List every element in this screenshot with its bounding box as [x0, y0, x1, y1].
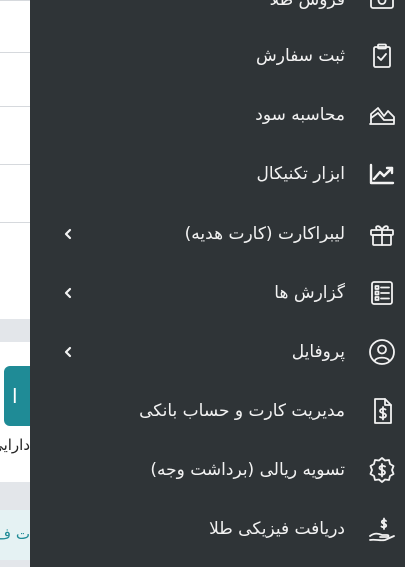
- menu-item-label: لیبراکارت (کارت هدیه): [184, 224, 345, 244]
- dollar-document-icon: [367, 396, 397, 426]
- menu-item-label: تسویه ریالی (برداشت وجه): [150, 460, 345, 480]
- user-circle-icon: [367, 337, 397, 367]
- background-row: [0, 0, 30, 53]
- menu-item-label: گزارش ها: [274, 283, 345, 303]
- chevron-left-icon: [62, 228, 74, 240]
- chevron-left-icon: [62, 287, 74, 299]
- menu-item-label: فروش طلا: [269, 0, 345, 10]
- menu-item-label: محاسبه سود: [255, 105, 345, 125]
- background-row: [0, 106, 30, 165]
- chevron-left-icon: [62, 346, 74, 358]
- menu-item-technical-tools[interactable]: ابزار تکنیکال: [30, 145, 405, 203]
- trending-up-icon: [367, 159, 397, 189]
- dollar-badge-icon: [367, 455, 397, 485]
- background-text-fragment: دارایی: [0, 436, 30, 454]
- menu-item-label: ابزار تکنیکال: [256, 164, 345, 184]
- menu-item-register-order[interactable]: ثبت سفارش: [30, 27, 405, 85]
- menu-item-bank-account-management[interactable]: مدیریت کارت و حساب بانکی: [30, 382, 405, 440]
- background-page: ا دارایی ت ف: [0, 0, 30, 567]
- app-screen: ا دارایی ت ف فروش طلا: [0, 0, 405, 567]
- menu-item-physical-gold[interactable]: دریافت فیزیکی طلا: [30, 500, 405, 558]
- menu-item-label: پروفایل: [291, 342, 345, 362]
- menu-item-sell-gold[interactable]: فروش طلا: [30, 0, 405, 29]
- hand-coin-icon: [367, 514, 397, 544]
- background-row: [0, 164, 30, 223]
- menu-item-reports[interactable]: گزارش ها: [30, 264, 405, 322]
- area-chart-icon: [367, 100, 397, 130]
- background-button-fragment: ت ف: [0, 525, 30, 543]
- menu-item-label: مدیریت کارت و حساب بانکی: [139, 401, 345, 421]
- menu-item-rial-settlement[interactable]: تسویه ریالی (برداشت وجه): [30, 441, 405, 499]
- menu-item-profit-calculator[interactable]: محاسبه سود: [30, 86, 405, 144]
- menu-item-label: دریافت فیزیکی طلا: [209, 519, 345, 539]
- navigation-drawer: فروش طلا ثبت سفارش محاسبه سود ابزار تکنی…: [30, 0, 405, 567]
- background-teal-glyph: ا: [12, 384, 18, 408]
- background-row: [0, 222, 30, 319]
- list-report-icon: [367, 278, 397, 308]
- background-row: [0, 52, 30, 107]
- gift-icon: [367, 219, 397, 249]
- cash-icon: [367, 0, 397, 15]
- menu-item-label: ثبت سفارش: [256, 46, 345, 66]
- menu-item-gift-card[interactable]: لیبراکارت (کارت هدیه): [30, 205, 405, 263]
- menu-item-profile[interactable]: پروفایل: [30, 323, 405, 381]
- clipboard-check-icon: [367, 41, 397, 71]
